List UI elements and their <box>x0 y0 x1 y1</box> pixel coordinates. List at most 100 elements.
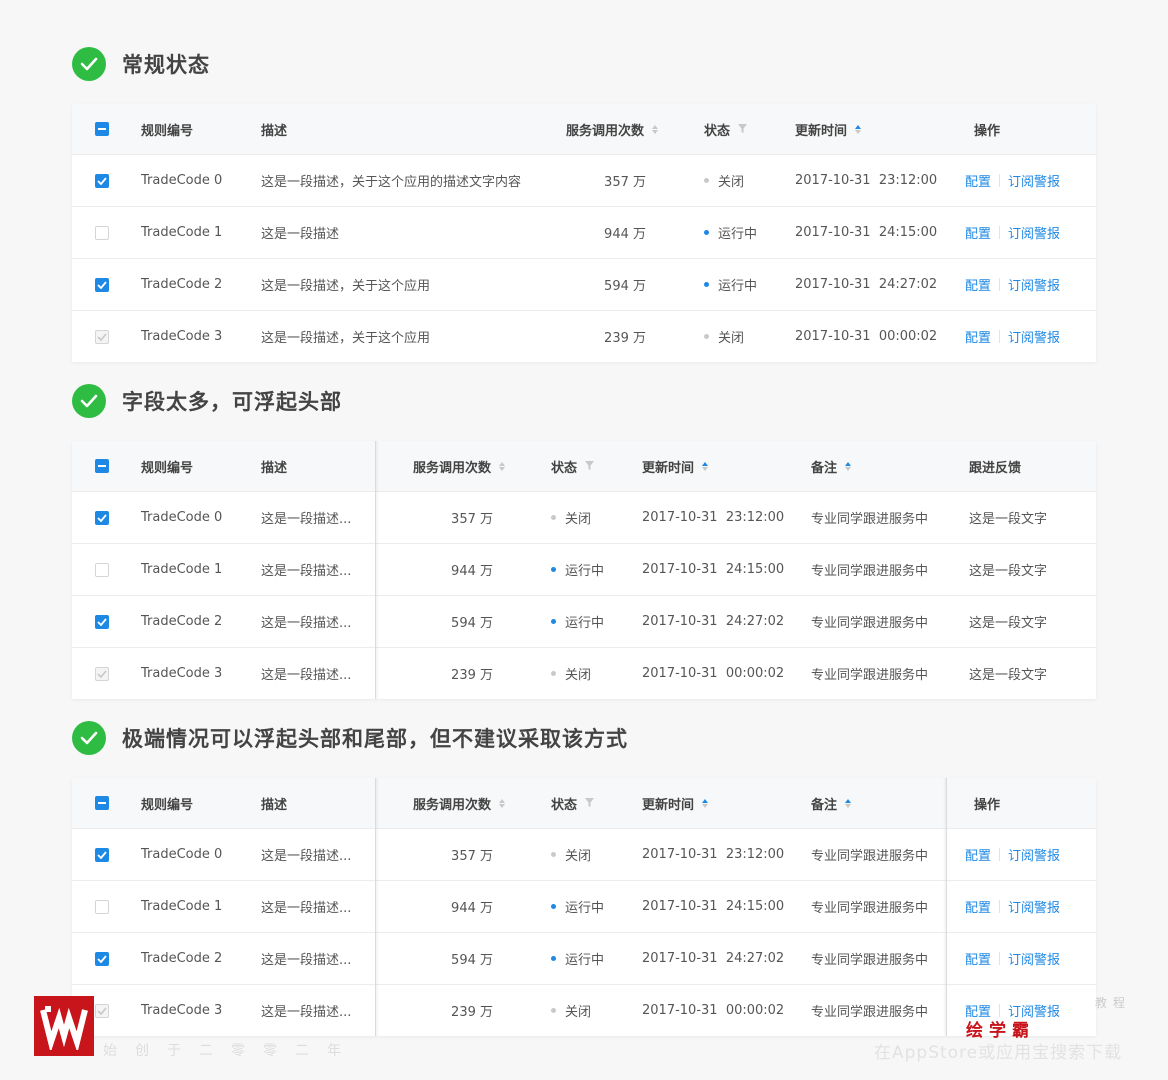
column-header-action: 操作 <box>974 123 1001 139</box>
config-link[interactable]: 配置 <box>965 897 991 916</box>
column-header-note-label: 备注 <box>811 460 838 476</box>
column-header-note[interactable]: 备注 <box>811 441 852 491</box>
cell-code: TradeCode 3 <box>141 329 223 344</box>
cell-status: 关闭 <box>565 849 592 864</box>
row-checkbox[interactable] <box>95 173 109 188</box>
section-title: 常规状态 <box>122 53 210 77</box>
sort-icon[interactable] <box>499 461 506 471</box>
sort-icon[interactable] <box>702 798 709 808</box>
cell-time: 2017-10-31 24:15:00 <box>642 899 785 914</box>
config-link[interactable]: 配置 <box>965 275 991 294</box>
column-header-calls[interactable]: 服务调用次数 <box>413 441 506 491</box>
cell-note: 专业同学跟进服务中 <box>811 901 929 916</box>
cell-feedback: 这是一段文字 <box>969 564 1048 579</box>
cell-note: 专业同学跟进服务中 <box>811 616 929 631</box>
subscribe-alert-link[interactable]: 订阅警报 <box>1008 949 1060 968</box>
action-separator <box>999 848 1001 861</box>
subscribe-alert-link[interactable]: 订阅警报 <box>1008 171 1060 190</box>
watermark-logo <box>34 996 94 1056</box>
status-dot <box>551 956 556 961</box>
cell-feedback: 这是一段文字 <box>969 512 1048 527</box>
column-header-time-label: 更新时间 <box>642 797 695 813</box>
column-header-note[interactable]: 备注 <box>811 778 852 828</box>
column-header-calls-label: 服务调用次数 <box>413 797 492 813</box>
row-checkbox[interactable] <box>95 277 109 292</box>
filter-icon[interactable] <box>585 459 595 474</box>
column-header-status[interactable]: 状态 <box>551 441 595 491</box>
fixed-column-shadow <box>375 778 379 1036</box>
column-header-status[interactable]: 状态 <box>704 104 748 154</box>
column-header-code: 规则编号 <box>141 797 194 813</box>
select-all-checkbox[interactable] <box>95 122 109 136</box>
subscribe-alert-link[interactable]: 订阅警报 <box>1008 897 1060 916</box>
sort-icon[interactable] <box>499 798 506 808</box>
filter-icon[interactable] <box>738 122 748 137</box>
cell-status: 运行中 <box>565 953 605 968</box>
status-dot <box>551 515 556 520</box>
sort-icon[interactable] <box>702 461 709 471</box>
config-link[interactable]: 配置 <box>965 171 991 190</box>
config-link[interactable]: 配置 <box>965 223 991 242</box>
action-separator <box>999 278 1001 291</box>
sort-icon[interactable] <box>845 461 852 471</box>
cell-calls: 357 万 <box>604 175 646 190</box>
success-check-icon <box>72 721 106 755</box>
row-checkbox[interactable] <box>95 510 109 525</box>
column-header-status[interactable]: 状态 <box>551 778 595 828</box>
row-checkbox[interactable] <box>95 614 109 629</box>
sort-icon[interactable] <box>855 124 862 134</box>
column-header-status-label: 状态 <box>704 123 731 139</box>
status-dot <box>704 334 709 339</box>
filter-icon[interactable] <box>585 796 595 811</box>
status-dot <box>551 904 556 909</box>
row-checkbox[interactable] <box>95 225 109 240</box>
cell-note: 专业同学跟进服务中 <box>811 564 929 579</box>
cell-time: 2017-10-31 00:00:02 <box>642 666 785 681</box>
section-title: 极端情况可以浮起头部和尾部，但不建议采取该方式 <box>122 727 628 751</box>
cell-note: 专业同学跟进服务中 <box>811 668 929 683</box>
sort-icon[interactable] <box>652 124 659 134</box>
select-all-checkbox[interactable] <box>95 459 109 473</box>
status-dot <box>704 178 709 183</box>
row-checkbox[interactable] <box>95 562 109 577</box>
column-header-calls[interactable]: 服务调用次数 <box>566 104 659 154</box>
table-row: TradeCode 0 这是一段描述，关于这个应用的描述文字内容 357 万 关闭 20… <box>72 155 1096 207</box>
row-checkbox[interactable] <box>95 899 109 914</box>
cell-status: 运行中 <box>565 616 605 631</box>
column-header-desc: 描述 <box>261 460 288 476</box>
cell-code: TradeCode 3 <box>141 666 223 681</box>
column-header-time[interactable]: 更新时间 <box>795 104 862 154</box>
action-separator <box>999 952 1001 965</box>
cell-note: 专业同学跟进服务中 <box>811 512 929 527</box>
success-check-icon <box>72 384 106 418</box>
cell-status: 关闭 <box>565 512 592 527</box>
fixed-column-shadow <box>943 778 947 1036</box>
subscribe-alert-link[interactable]: 订阅警报 <box>1008 275 1060 294</box>
status-dot <box>704 230 709 235</box>
cell-status: 运行中 <box>565 564 605 579</box>
config-link[interactable]: 配置 <box>965 949 991 968</box>
sort-icon[interactable] <box>845 798 852 808</box>
select-all-checkbox[interactable] <box>95 796 109 810</box>
cell-note: 专业同学跟进服务中 <box>811 953 929 968</box>
cell-calls: 239 万 <box>604 331 646 346</box>
config-link[interactable]: 配置 <box>965 327 991 346</box>
fixed-column-shadow <box>375 441 379 699</box>
row-checkbox[interactable] <box>95 847 109 862</box>
column-header-calls[interactable]: 服务调用次数 <box>413 778 506 828</box>
cell-desc: 这是一段描述... <box>261 1005 352 1020</box>
cell-code: TradeCode 1 <box>141 562 223 577</box>
row-checkbox[interactable] <box>95 951 109 966</box>
subscribe-alert-link[interactable]: 订阅警报 <box>1008 327 1060 346</box>
subscribe-alert-link[interactable]: 订阅警报 <box>1008 223 1060 242</box>
column-header-calls-label: 服务调用次数 <box>566 123 645 139</box>
cell-calls: 357 万 <box>451 512 493 527</box>
subscribe-alert-link[interactable]: 订阅警报 <box>1008 845 1060 864</box>
cell-code: TradeCode 2 <box>141 277 223 292</box>
logo-icon <box>40 1006 88 1050</box>
config-link[interactable]: 配置 <box>965 845 991 864</box>
column-header-time[interactable]: 更新时间 <box>642 778 709 828</box>
cell-feedback: 这是一段文字 <box>969 616 1048 631</box>
cell-calls: 594 万 <box>451 953 493 968</box>
column-header-time[interactable]: 更新时间 <box>642 441 709 491</box>
